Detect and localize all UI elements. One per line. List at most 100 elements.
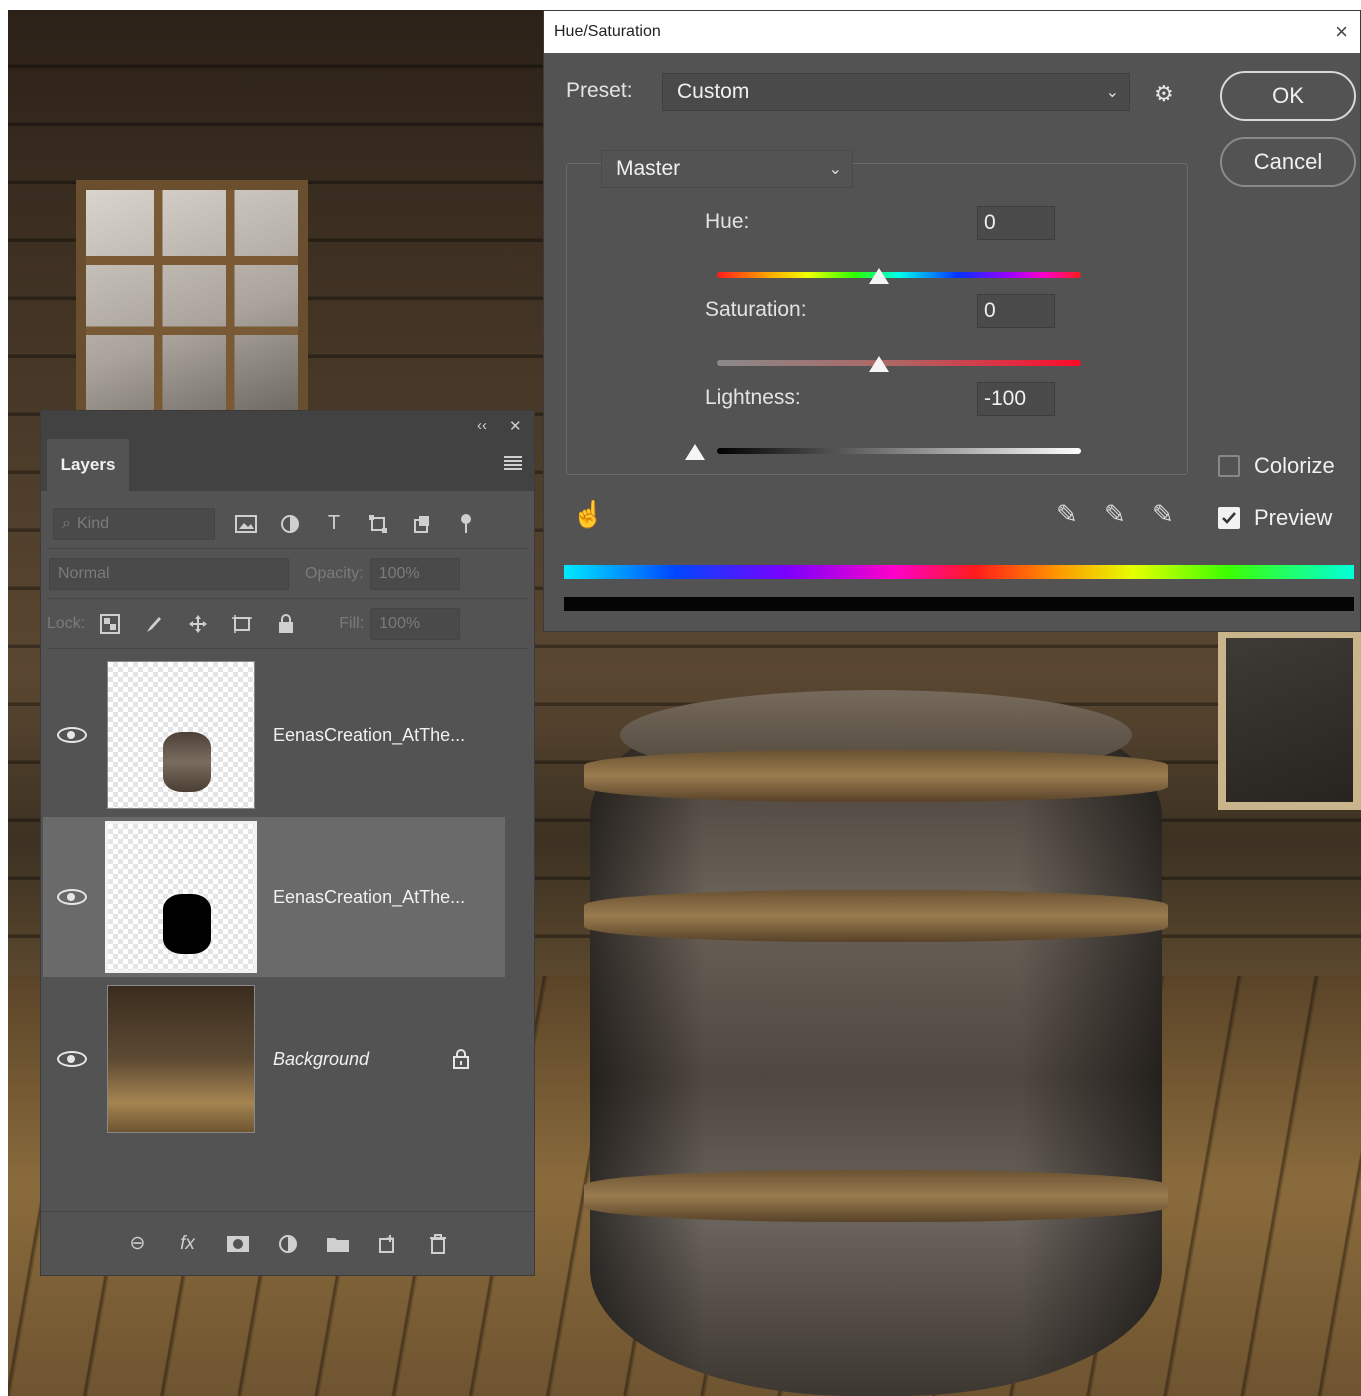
delete-layer-trash-icon[interactable] [425,1232,451,1256]
blend-mode-select[interactable]: Normal [49,557,289,590]
lock-transparent-pixels-icon[interactable] [97,611,123,637]
preview-label: Preview [1254,505,1333,530]
barrel-thumbnail-image [163,732,211,792]
preset-dropdown[interactable]: Custom ⌄ [662,73,1130,111]
layer-row-selected[interactable]: EenasCreation_AtThe... [43,817,505,977]
barrel-hoop [584,890,1168,942]
opacity-input[interactable]: 100% [369,557,460,590]
layer-row[interactable]: EenasCreation_AtThe... [43,655,505,815]
barrel-hoop [584,1170,1168,1222]
hue-label: Hue: [705,210,750,233]
layer-name[interactable]: Background [273,1049,369,1070]
layers-panel-footer: ⊖ fx [41,1211,534,1275]
blend-row: Normal Opacity: 100% [47,549,528,599]
preset-label: Preset: [566,79,633,102]
layer-name[interactable]: EenasCreation_AtThe... [273,887,465,908]
colorize-label: Colorize [1254,453,1335,478]
visibility-eye-icon[interactable] [57,727,87,743]
hue-slider-track[interactable] [717,272,1081,278]
barrel-mask-shape [163,894,211,954]
collapse-panel-icon[interactable]: ‹‹ [477,417,487,434]
panel-tabs: Layers [41,439,534,491]
adjustment-filter-icon[interactable] [277,511,303,537]
filter-kind-label: Kind [76,514,109,532]
saturation-slider-thumb[interactable] [869,356,889,372]
close-panel-icon[interactable]: ✕ [509,417,522,435]
preset-options-gear-icon[interactable]: ⚙ [1154,81,1174,107]
saturation-slider-track[interactable] [717,360,1081,366]
colorize-checkbox[interactable] [1218,455,1240,477]
dialog-titlebar[interactable]: Hue/Saturation × [544,11,1360,53]
chevron-down-icon: ⌄ [828,161,842,178]
checkmark-icon [1222,512,1236,524]
filter-toggle-icon[interactable] [453,511,479,537]
link-layers-icon[interactable]: ⊖ [125,1232,151,1256]
background-thumbnail[interactable] [107,985,255,1133]
lightness-input[interactable]: -100 [977,382,1055,416]
blend-mode-label: Normal [58,564,110,582]
hue-slider-thumb[interactable] [869,268,889,284]
lock-artboard-icon[interactable] [229,611,255,637]
smart-object-filter-icon[interactable] [409,511,435,537]
fill-value: 100% [379,614,421,632]
input-spectrum-bar [564,565,1354,579]
output-spectrum-bar [564,597,1354,611]
pixel-filter-icon[interactable] [233,511,259,537]
lightness-slider-track[interactable] [717,448,1081,454]
lock-label: Lock: [47,614,86,632]
opacity-label: Opacity: [305,564,364,582]
visibility-eye-icon[interactable] [57,1051,87,1067]
lock-row: Lock: Fill: 100% [47,599,528,649]
saturation-input[interactable]: 0 [977,294,1055,328]
adjustment-group: Master ⌄ Hue: 0 Saturation: 0 Lightness:… [566,150,1188,475]
panel-topbar: ‹‹ ✕ [41,411,534,439]
tab-layers[interactable]: Layers [47,439,129,491]
dialog-title: Hue/Saturation [554,23,661,40]
close-icon[interactable]: × [1335,19,1348,45]
panel-menu-icon[interactable] [504,456,522,470]
preview-option[interactable]: Preview [1218,505,1332,531]
lock-image-pixels-icon[interactable] [141,611,167,637]
lock-position-icon[interactable] [185,611,211,637]
lock-all-icon[interactable] [273,611,299,637]
search-icon: ⌕ [62,514,71,532]
layer-name[interactable]: EenasCreation_AtThe... [273,725,465,746]
layer-lock-icon[interactable] [453,1049,469,1069]
saturation-label: Saturation: [705,298,807,321]
hue-input[interactable]: 0 [977,206,1055,240]
preview-checkbox[interactable] [1218,507,1240,529]
filter-kind-select[interactable]: ⌕ Kind [53,507,215,540]
new-adjustment-layer-icon[interactable] [275,1232,301,1256]
ok-button[interactable]: OK [1220,71,1356,121]
shape-filter-icon[interactable] [365,511,391,537]
colorize-option[interactable]: Colorize [1218,453,1335,479]
layer-style-fx-icon[interactable]: fx [175,1232,201,1256]
lightness-slider-thumb[interactable] [685,444,705,460]
eyedropper-add-icon[interactable]: ✎ [1104,499,1126,530]
opacity-value: 100% [378,564,420,582]
visibility-eye-icon[interactable] [57,889,87,905]
barrel-hoop [584,750,1168,802]
window-image-region [76,180,308,420]
eyedropper-subtract-icon[interactable]: ✎ [1152,499,1174,530]
fill-input[interactable]: 100% [370,607,461,640]
type-filter-icon[interactable]: T [321,511,347,537]
layer-row[interactable]: Background [43,979,505,1139]
new-group-folder-icon[interactable] [325,1232,351,1256]
eyedropper-icon[interactable]: ✎ [1056,499,1078,530]
lightness-label: Lightness: [705,386,801,409]
hue-saturation-dialog: Hue/Saturation × Preset: Custom ⌄ ⚙ OK C… [543,10,1361,632]
add-mask-icon[interactable] [225,1232,251,1256]
fill-label: Fill: [339,614,365,632]
layer-mask-thumbnail[interactable] [105,821,257,973]
targeted-adjustment-hand-icon[interactable]: ☝ [572,499,604,530]
layer-filter-row: ⌕ Kind T [47,499,528,549]
window-right-image-region [1218,630,1361,810]
layer-thumbnail[interactable] [107,661,255,809]
channel-dropdown[interactable]: Master ⌄ [601,150,853,188]
new-layer-icon[interactable] [375,1232,401,1256]
chevron-down-icon: ⌄ [1105,84,1119,101]
preset-value: Custom [677,80,750,103]
layers-panel: ‹‹ ✕ Layers ⌕ Kind T Normal Opacity: 100… [40,410,535,1276]
cancel-button[interactable]: Cancel [1220,137,1356,187]
